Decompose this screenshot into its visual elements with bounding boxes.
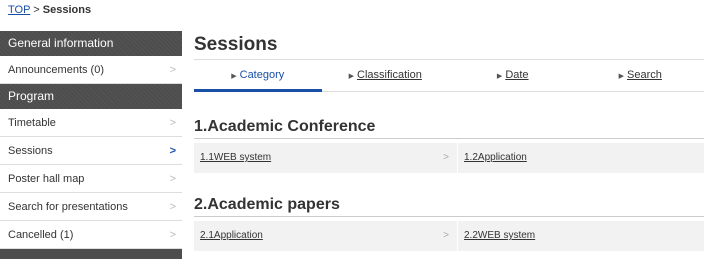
breadcrumb-separator: > (33, 4, 40, 16)
tab-label: Category (239, 69, 285, 81)
chevron-right-icon: > (443, 230, 449, 241)
sidebar-item-sessions[interactable]: Sessions > (0, 137, 182, 165)
sidebar-item-label: Sessions (8, 145, 53, 157)
session-link[interactable]: 2.2WEB system (464, 230, 535, 241)
breadcrumb-current: Sessions (42, 4, 92, 16)
sidebar-item-poster-hall-map[interactable]: Poster hall map > (0, 165, 182, 193)
sidebar-item-cancelled[interactable]: Cancelled (1) > (0, 221, 182, 249)
triangle-right-icon: ▶ (618, 73, 625, 80)
chevron-right-icon: > (169, 145, 176, 157)
session-link[interactable]: 1.2Application (464, 152, 527, 163)
session-cell: 2.2WEB system (458, 221, 704, 251)
tab-date[interactable]: ▶ Date (449, 60, 577, 91)
sidebar-footer-bar (0, 249, 182, 259)
chevron-right-icon: > (169, 64, 176, 76)
chevron-right-icon: > (169, 173, 176, 185)
chevron-right-icon: > (169, 201, 176, 213)
sidebar-item-label: Search for presentations (8, 201, 128, 213)
breadcrumb: TOP > Sessions (8, 2, 91, 18)
chevron-right-icon: > (169, 117, 176, 129)
sidebar-item-label: Timetable (8, 117, 56, 129)
session-row: 2.1Application > 2.2WEB system (194, 221, 704, 251)
triangle-right-icon: ▶ (348, 73, 355, 80)
session-link[interactable]: 1.1WEB system (200, 152, 271, 163)
tab-label: Classification (357, 69, 422, 81)
sidebar-item-label: Announcements (0) (8, 64, 104, 76)
breadcrumb-top-link[interactable]: TOP (8, 4, 30, 16)
sidebar-item-search-presentations[interactable]: Search for presentations > (0, 193, 182, 221)
page-title: Sessions (194, 34, 278, 55)
sidebar-item-label: Cancelled (1) (8, 229, 74, 241)
main-content: Sessions ▶ Category ▶ Classification ▶ Date… (194, 31, 704, 251)
tab-label: Date (505, 69, 529, 81)
chevron-right-icon: > (443, 152, 449, 163)
session-link[interactable]: 2.1Application (200, 230, 263, 241)
session-cell: 1.1WEB system > (194, 143, 458, 173)
sidebar-item-label: Poster hall map (8, 173, 85, 185)
sidebar-header-general: General information (0, 31, 182, 56)
sidebar-header-program: Program (0, 84, 182, 109)
sidebar: General information Announcements (0) > … (0, 31, 182, 259)
sidebar-item-announcements[interactable]: Announcements (0) > (0, 56, 182, 84)
tab-label: Search (627, 69, 662, 81)
tab-category[interactable]: ▶ Category (194, 60, 322, 92)
session-row: 1.1WEB system > 1.2Application (194, 143, 704, 173)
tab-search[interactable]: ▶ Search (577, 60, 704, 91)
sidebar-item-timetable[interactable]: Timetable > (0, 109, 182, 137)
triangle-right-icon: ▶ (496, 73, 503, 80)
tab-bar: ▶ Category ▶ Classification ▶ Date ▶ Search (194, 59, 704, 92)
triangle-right-icon: ▶ (231, 73, 237, 80)
section-title: 2.Academic papers (194, 193, 704, 217)
tab-classification[interactable]: ▶ Classification (322, 60, 450, 91)
chevron-right-icon: > (169, 229, 176, 241)
session-cell: 2.1Application > (194, 221, 458, 251)
section-title: 1.Academic Conference (194, 115, 704, 139)
session-cell: 1.2Application (458, 143, 704, 173)
